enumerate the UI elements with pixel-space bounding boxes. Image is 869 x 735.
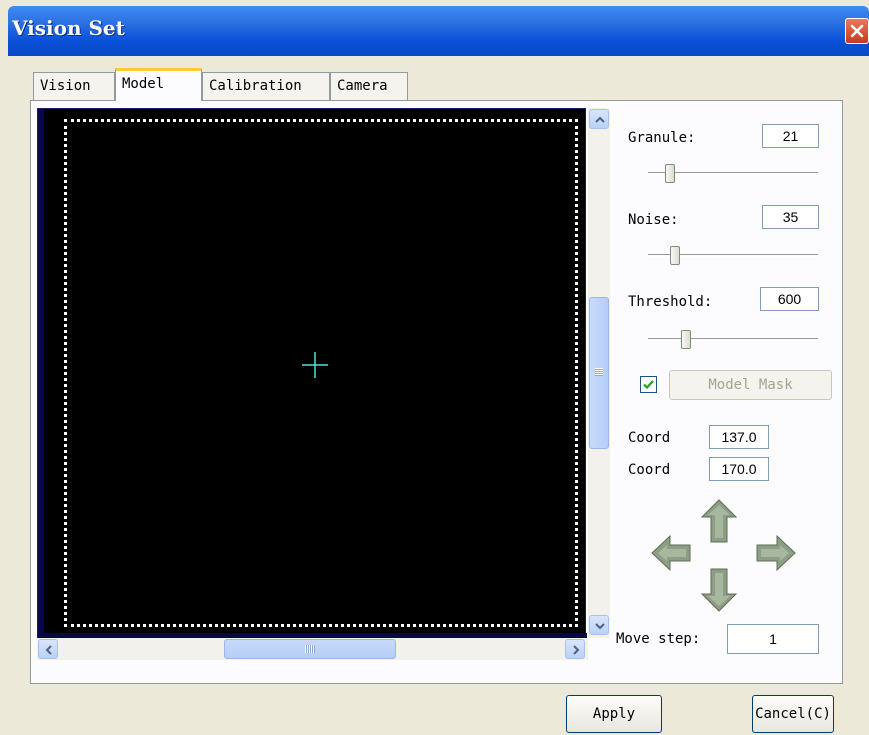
vertical-scrollbar[interactable] bbox=[588, 108, 610, 638]
window-title: Vision Set bbox=[12, 16, 125, 40]
granule-slider[interactable] bbox=[648, 162, 818, 186]
horizontal-scroll-thumb[interactable] bbox=[224, 639, 396, 659]
crosshair-icon bbox=[302, 352, 328, 378]
arrow-up-icon[interactable] bbox=[699, 497, 739, 545]
threshold-slider[interactable] bbox=[648, 328, 818, 352]
tab-label: Camera bbox=[337, 78, 388, 94]
tab-label: Calibration bbox=[209, 78, 302, 94]
title-bar[interactable]: Vision Set bbox=[8, 6, 869, 56]
thumb-grip bbox=[595, 368, 603, 376]
close-icon bbox=[850, 24, 864, 38]
chevron-left-icon bbox=[45, 645, 52, 655]
cancel-button[interactable]: Cancel(C) bbox=[752, 695, 834, 733]
threshold-label: Threshold: bbox=[628, 294, 713, 310]
tab-model[interactable]: Model bbox=[115, 68, 202, 101]
slider-thumb[interactable] bbox=[681, 330, 691, 349]
granule-input[interactable]: 21 bbox=[762, 124, 819, 148]
model-mask-button[interactable]: Model Mask bbox=[669, 370, 832, 400]
coord-y-label: Coord bbox=[628, 462, 671, 478]
thumb-grip bbox=[305, 645, 315, 653]
noise-input[interactable]: 35 bbox=[762, 205, 819, 229]
coord-y-value[interactable]: 170.0 bbox=[709, 457, 769, 481]
granule-label: Granule: bbox=[628, 130, 696, 146]
tab-label: Vision bbox=[40, 78, 91, 94]
scroll-left-button[interactable] bbox=[38, 639, 58, 659]
coord-x-label: Coord bbox=[628, 430, 671, 446]
noise-slider[interactable] bbox=[648, 244, 818, 268]
arrow-down-icon[interactable] bbox=[699, 566, 739, 614]
vertical-scroll-thumb[interactable] bbox=[589, 297, 609, 449]
scroll-down-button[interactable] bbox=[589, 615, 609, 635]
slider-track bbox=[648, 338, 818, 341]
move-step-input[interactable]: 1 bbox=[727, 624, 819, 654]
chevron-up-icon bbox=[595, 116, 605, 123]
move-step-label: Move step: bbox=[616, 631, 701, 647]
tab-camera[interactable]: Camera bbox=[330, 72, 408, 100]
tab-calibration[interactable]: Calibration bbox=[202, 72, 330, 100]
coord-x-value[interactable]: 137.0 bbox=[709, 425, 769, 449]
tab-label: Model bbox=[122, 76, 165, 92]
vision-set-dialog: Vision Set Vision Model Calibration Came… bbox=[0, 0, 869, 735]
noise-label: Noise: bbox=[628, 212, 679, 228]
tab-vision[interactable]: Vision bbox=[33, 72, 115, 100]
chevron-right-icon bbox=[573, 645, 580, 655]
slider-thumb[interactable] bbox=[670, 246, 680, 265]
model-mask-checkbox[interactable] bbox=[640, 376, 657, 393]
model-image-view[interactable] bbox=[37, 108, 587, 639]
scroll-right-button[interactable] bbox=[565, 639, 585, 659]
close-button[interactable] bbox=[845, 18, 869, 44]
arrow-right-icon[interactable] bbox=[754, 533, 798, 573]
checkmark-icon bbox=[643, 380, 654, 390]
arrow-left-icon[interactable] bbox=[649, 533, 693, 573]
horizontal-scrollbar[interactable] bbox=[37, 638, 588, 660]
scroll-up-button[interactable] bbox=[589, 109, 609, 129]
slider-thumb[interactable] bbox=[665, 164, 675, 183]
threshold-input[interactable]: 600 bbox=[760, 287, 819, 311]
apply-button[interactable]: Apply bbox=[566, 695, 662, 733]
chevron-down-icon bbox=[595, 623, 605, 630]
